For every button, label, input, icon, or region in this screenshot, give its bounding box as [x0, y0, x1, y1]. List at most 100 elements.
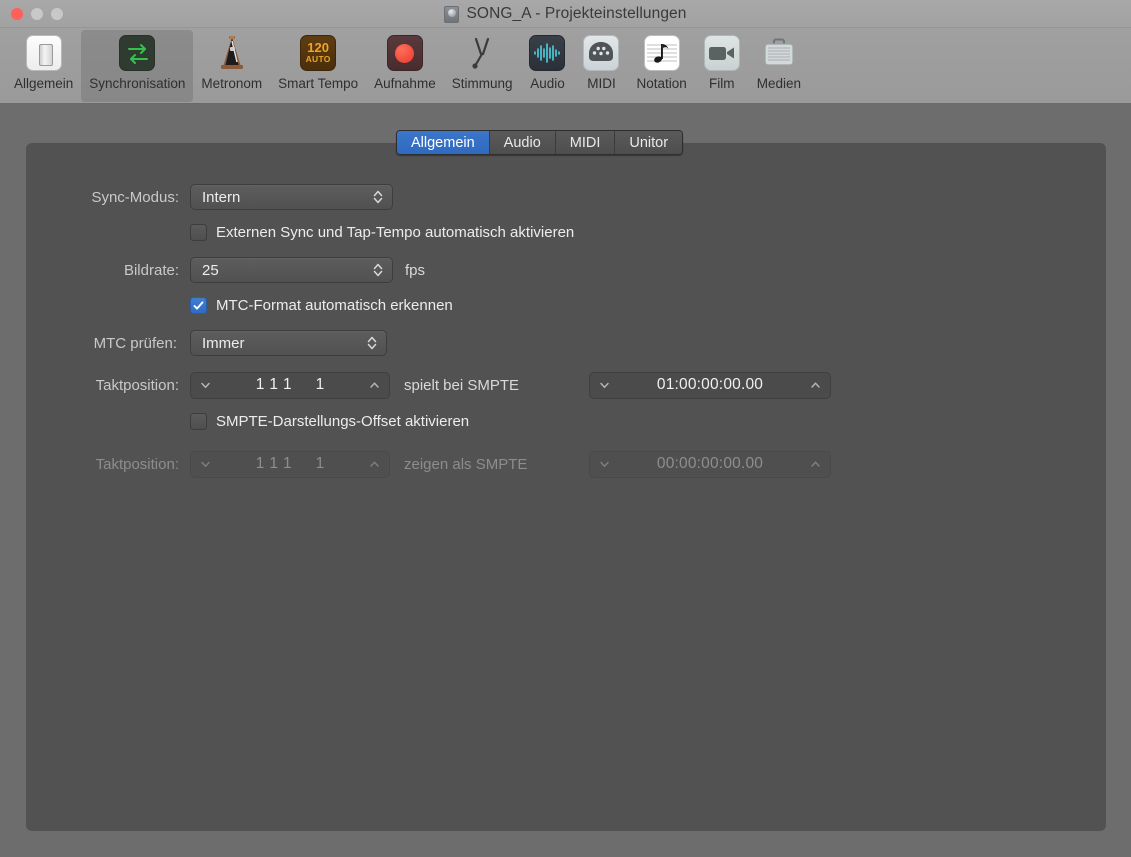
smpte-offset-checkbox[interactable]: SMPTE-Darstellungs-Offset aktivieren [190, 412, 470, 430]
tempo-value: 120 [307, 40, 329, 55]
ticks-value: 1 [315, 376, 325, 393]
toolbar-label-stimmung: Stimmung [451, 76, 513, 91]
division-value: 1 [283, 455, 292, 472]
row-sync-modus: Sync-Modus: Intern [26, 183, 446, 211]
toolbar-item-stimmung[interactable]: Stimmung [444, 30, 521, 102]
record-circle-icon [386, 34, 424, 72]
row-external-sync: Externen Sync und Tap-Tempo automatisch … [190, 218, 574, 246]
taktposition-display-value: 1 1 1 1 [191, 455, 389, 473]
video-camera-icon [703, 34, 741, 72]
ticks-value: 1 [315, 455, 325, 472]
label-bildrate: Bildrate: [123, 261, 179, 279]
label-taktposition-display: Taktposition: [95, 455, 179, 473]
row-taktposition-display: Taktposition: 1 1 1 1 zeigen als SMPTE 0… [26, 450, 831, 478]
synchronisation-form: Sync-Modus: Intern Externen Sync und Tap… [26, 143, 1106, 831]
row-bildrate: Bildrate: 25 fps [26, 256, 486, 284]
metronome-icon [213, 34, 251, 72]
taktposition-play-stepper[interactable]: 1 1 1 1 [190, 371, 390, 399]
taktposition-play-value: 1 1 1 1 [191, 376, 389, 394]
bildrate-unit: fps [405, 261, 426, 279]
chevron-up-icon [809, 458, 822, 471]
toolbar-item-notation[interactable]: Notation [628, 30, 694, 102]
checkbox-box [190, 296, 207, 314]
toolbar-label-smart-tempo: Smart Tempo [278, 76, 359, 91]
toolbar-label-metronom: Metronom [201, 76, 263, 91]
division-value: 1 [283, 376, 292, 393]
toolbar-item-medien[interactable]: Medien [749, 30, 809, 102]
tuning-fork-icon [463, 34, 501, 72]
project-icon [444, 5, 460, 23]
toolbar-label-notation: Notation [636, 76, 687, 91]
chevron-up-icon[interactable] [809, 379, 822, 392]
checkbox-box [190, 412, 207, 430]
toolbar-label-audio: Audio [530, 76, 565, 91]
label-taktposition-play: Taktposition: [95, 376, 179, 394]
toolbar-item-smart-tempo[interactable]: 120 AUTO Smart Tempo [270, 30, 366, 102]
row-mtc-auto-detect: MTC-Format automatisch erkennen [190, 291, 453, 319]
text-spielt-bei-smpte: spielt bei SMPTE [404, 376, 520, 394]
checkbox-box [190, 223, 207, 241]
toolbar-item-midi[interactable]: MIDI [574, 30, 628, 102]
window-title: SONG_A - Projekteinstellungen [466, 5, 687, 22]
settings-panel: Allgemein Audio MIDI Unitor Sync-Modus: … [26, 130, 1106, 831]
chevron-down-icon[interactable] [199, 379, 212, 392]
midi-din-icon [582, 34, 620, 72]
light-switch-icon [25, 34, 63, 72]
toolbar-item-audio[interactable]: Audio [520, 30, 574, 102]
toolbar-item-film[interactable]: Film [695, 30, 749, 102]
smpte-display-stepper: 00:00:00:00.00 [589, 450, 831, 478]
toolbar-item-metronom[interactable]: Metronom [193, 30, 270, 102]
sync-arrows-icon [118, 34, 156, 72]
chevron-down-icon [199, 458, 212, 471]
settings-toolbar: Allgemein Synchronisation Metronom 120 A… [0, 28, 1131, 104]
toolbar-item-allgemein[interactable]: Allgemein [6, 30, 81, 102]
briefcase-icon [760, 34, 798, 72]
window-title-group: SONG_A - Projekteinstellungen [0, 0, 1131, 28]
chevron-up-icon[interactable] [368, 379, 381, 392]
sync-modus-popup[interactable]: Intern [190, 184, 393, 210]
chevron-up-icon [368, 458, 381, 471]
chevron-down-icon [598, 458, 611, 471]
toolbar-item-aufnahme[interactable]: Aufnahme [366, 30, 444, 102]
chevron-up-down-icon [373, 262, 383, 278]
tempo-120-auto-icon: 120 AUTO [299, 34, 337, 72]
chevron-down-icon[interactable] [598, 379, 611, 392]
sync-modus-value: Intern [202, 188, 241, 206]
chevron-up-down-icon [367, 335, 377, 351]
external-sync-label: Externen Sync und Tap-Tempo automatisch … [216, 223, 575, 241]
window-titlebar: SONG_A - Projekteinstellungen [0, 0, 1131, 28]
label-sync-modus: Sync-Modus: [91, 188, 179, 206]
text-zeigen-als-smpte: zeigen als SMPTE [404, 455, 528, 473]
mtc-auto-detect-checkbox[interactable]: MTC-Format automatisch erkennen [190, 296, 453, 314]
toolbar-label-synchronisation: Synchronisation [89, 76, 186, 91]
label-mtc-pruefen: MTC prüfen: [93, 334, 177, 352]
mtc-pruefen-value: Immer [202, 334, 245, 352]
mtc-pruefen-popup[interactable]: Immer [190, 330, 387, 356]
music-note-staff-icon [643, 34, 681, 72]
smpte-play-value: 01:00:00:00.00 [656, 376, 764, 393]
waveform-icon [528, 34, 566, 72]
mtc-auto-detect-label: MTC-Format automatisch erkennen [216, 296, 453, 314]
toolbar-label-midi: MIDI [587, 76, 616, 91]
row-mtc-pruefen: MTC prüfen: Immer [26, 329, 446, 357]
bar-value: 1 [255, 376, 265, 393]
toolbar-label-medien: Medien [756, 76, 802, 91]
toolbar-label-film: Film [709, 76, 735, 91]
row-taktposition-play: Taktposition: 1 1 1 1 spielt bei SMPTE 0… [26, 371, 831, 399]
toolbar-label-allgemein: Allgemein [14, 76, 74, 91]
taktposition-display-stepper: 1 1 1 1 [190, 450, 390, 478]
bar-value: 1 [255, 455, 265, 472]
smpte-play-stepper[interactable]: 01:00:00:00.00 [589, 371, 831, 399]
bildrate-value: 25 [202, 261, 219, 279]
bildrate-popup[interactable]: 25 [190, 257, 393, 283]
row-smpte-offset: SMPTE-Darstellungs-Offset aktivieren [190, 407, 469, 435]
external-sync-checkbox[interactable]: Externen Sync und Tap-Tempo automatisch … [190, 223, 575, 241]
beat-value: 1 [269, 376, 278, 393]
toolbar-item-synchronisation[interactable]: Synchronisation [81, 30, 194, 102]
beat-value: 1 [269, 455, 278, 472]
smpte-offset-label: SMPTE-Darstellungs-Offset aktivieren [216, 412, 470, 430]
tempo-mode: AUTO [305, 54, 331, 64]
toolbar-label-aufnahme: Aufnahme [374, 76, 436, 91]
project-settings-window: SONG_A - Projekteinstellungen Allgemein [0, 0, 1131, 857]
smpte-display-value: 00:00:00:00.00 [656, 455, 764, 472]
